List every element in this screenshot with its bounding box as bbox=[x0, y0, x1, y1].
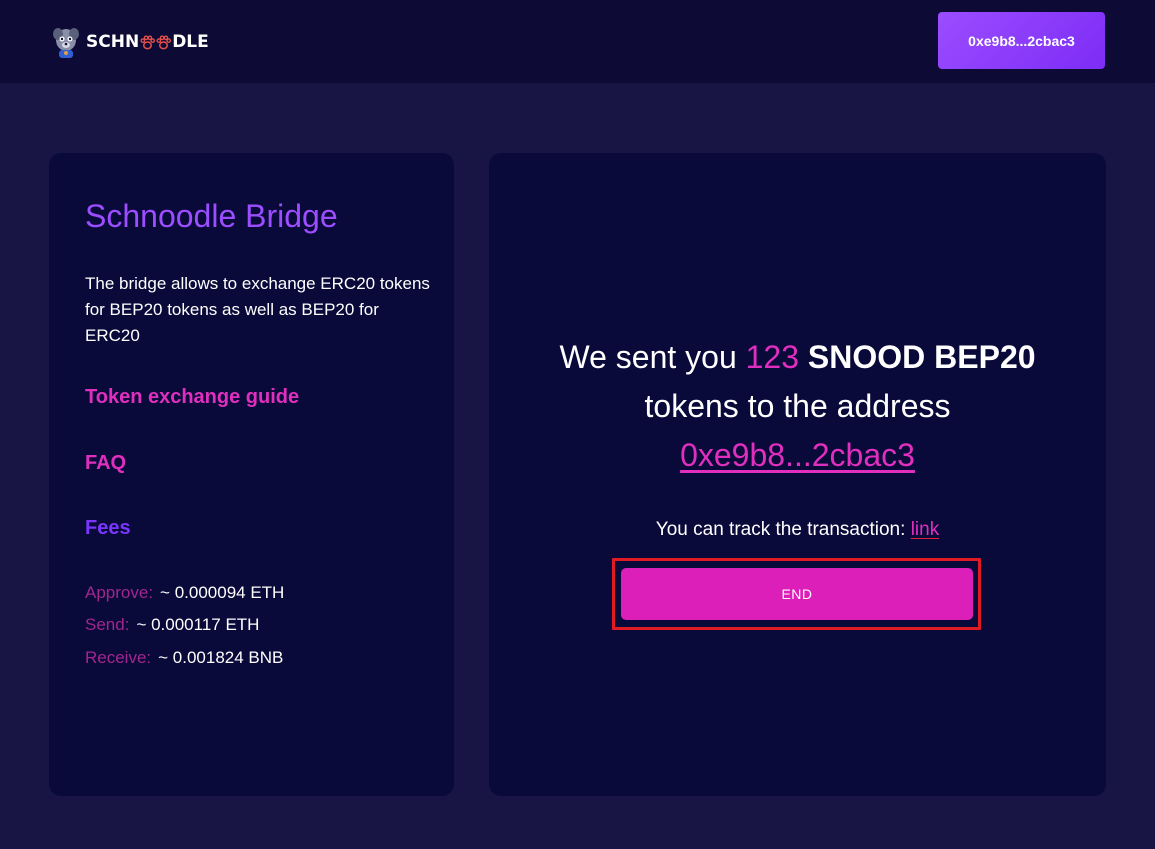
fee-label: Approve: bbox=[85, 583, 154, 602]
message-line-3: 0xe9b8...2cbac3 bbox=[489, 431, 1106, 480]
fee-label: Receive: bbox=[85, 648, 152, 667]
paw-icon bbox=[156, 34, 172, 49]
track-label: You can track the transaction: bbox=[655, 519, 911, 540]
wallet-address-button[interactable]: 0xe9b8...2cbac3 bbox=[938, 12, 1105, 69]
fee-value: ~ 0.000094 ETH bbox=[160, 583, 285, 602]
bridge-description: The bridge allows to exchange ERC20 toke… bbox=[85, 274, 430, 345]
top-bar: SCHN DLE 0xe9b8...2cbac3 bbox=[0, 0, 1155, 83]
fee-row-send: Send: ~ 0.000117 ETH bbox=[85, 615, 259, 635]
info-panel: Schnoodle Bridge The bridge allows to ex… bbox=[49, 153, 454, 796]
fees-link[interactable]: Fees bbox=[85, 517, 131, 540]
fee-value: ~ 0.000117 ETH bbox=[136, 615, 260, 634]
token-exchange-guide-link[interactable]: Token exchange guide bbox=[85, 386, 299, 409]
schnoodle-logo[interactable]: SCHN DLE bbox=[52, 25, 209, 59]
token-amount: 123 bbox=[745, 339, 800, 375]
fee-label: Send: bbox=[85, 615, 130, 634]
faq-link[interactable]: FAQ bbox=[85, 452, 126, 475]
paw-icons bbox=[140, 34, 172, 50]
token-name: SNOOD BEP20 bbox=[807, 339, 1036, 375]
fee-row-receive: Receive: ~ 0.001824 BNB bbox=[85, 648, 283, 668]
logo-wordmark: SCHN DLE bbox=[86, 32, 209, 52]
logo-text-right: DLE bbox=[172, 32, 209, 52]
page-title: Schnoodle Bridge bbox=[85, 198, 338, 234]
mascot-icon bbox=[52, 26, 80, 58]
message-prefix: We sent you bbox=[559, 339, 746, 375]
track-transaction-text: You can track the transaction: link bbox=[489, 519, 1106, 541]
fee-row-approve: Approve: ~ 0.000094 ETH bbox=[85, 583, 284, 603]
result-panel: We sent you 123 SNOOD BEP20 tokens to th… bbox=[489, 153, 1106, 796]
destination-address-link[interactable]: 0xe9b8...2cbac3 bbox=[680, 437, 915, 473]
end-button[interactable]: END bbox=[621, 568, 973, 620]
logo-text-left: SCHN bbox=[86, 32, 140, 52]
message-line-1: We sent you 123 SNOOD BEP20 bbox=[489, 333, 1106, 382]
fee-value: ~ 0.001824 BNB bbox=[158, 648, 284, 667]
paw-icon bbox=[140, 34, 156, 49]
transfer-result-message: We sent you 123 SNOOD BEP20 tokens to th… bbox=[489, 333, 1106, 480]
transaction-link[interactable]: link bbox=[911, 519, 940, 540]
message-line-2: tokens to the address bbox=[644, 388, 951, 424]
